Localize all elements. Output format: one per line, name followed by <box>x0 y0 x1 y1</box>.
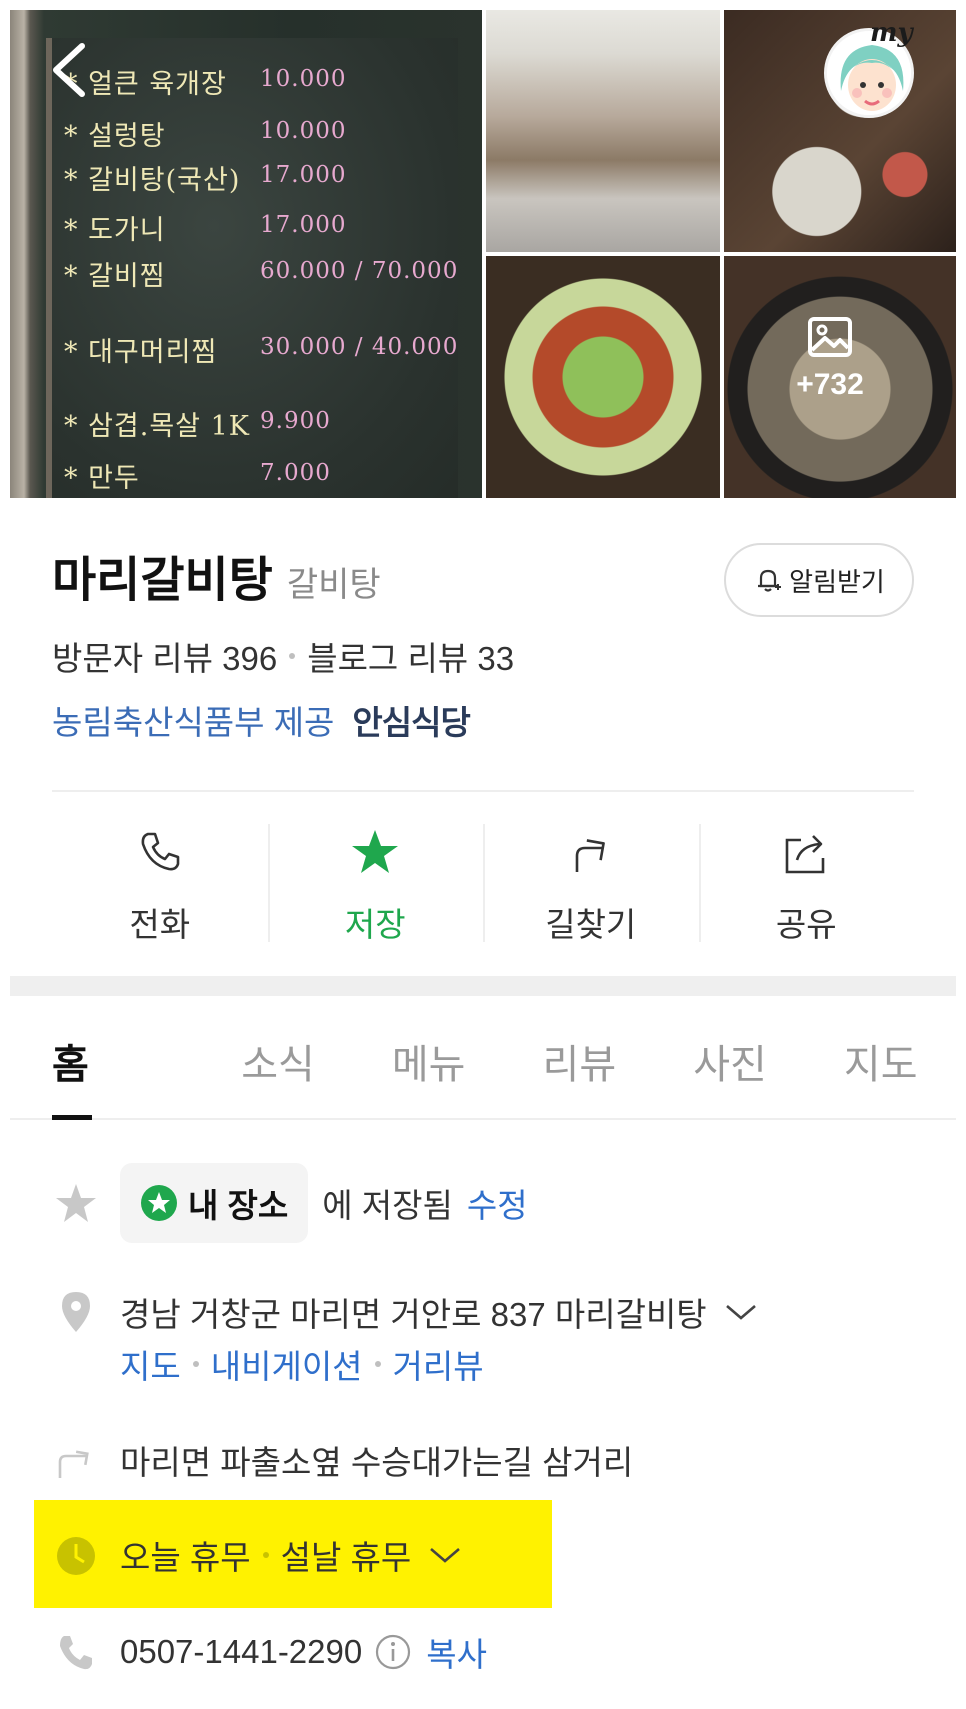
menu-board-line: * 설렁탕 10.000 <box>64 118 347 152</box>
my-badge: my <box>870 18 913 48</box>
call-label: 전화 <box>129 906 191 943</box>
chevron-down-icon <box>725 1305 756 1320</box>
place-category: 갈비탕 <box>286 566 381 604</box>
photo-gallery: * 얼큰 육개장 10.000 * 설렁탕 10.000 * 갈비탕(국산) 17.0… <box>10 10 956 498</box>
hours-today: 오늘 휴무 <box>120 1539 251 1576</box>
separator-dot <box>262 1552 269 1558</box>
my-place-label: 내 장소 <box>188 1187 289 1224</box>
action-bar: 전화 저장 길찾기 공유 <box>52 818 914 948</box>
my-place-chip[interactable]: 내 장소 <box>120 1163 309 1243</box>
back-button[interactable] <box>48 42 92 98</box>
separator-dot <box>374 1361 381 1367</box>
share-button[interactable]: 공유 <box>698 818 915 948</box>
divider <box>52 790 914 792</box>
image-icon <box>808 317 852 357</box>
reviews-row: 방문자 리뷰 396 블로그 리뷰 33 <box>52 632 514 680</box>
tab-reviews[interactable]: 리뷰 <box>504 1004 655 1118</box>
directions-label: 길찾기 <box>545 906 637 943</box>
notify-button[interactable]: 알림받기 <box>724 543 914 617</box>
dining-room-photo[interactable] <box>486 10 720 252</box>
chevron-left-icon <box>53 43 85 97</box>
location-pin-icon <box>62 1292 90 1332</box>
directions-icon <box>575 839 605 872</box>
separator-dot <box>289 653 296 659</box>
blog-reviews-link[interactable]: 블로그 리뷰 33 <box>307 632 514 680</box>
visitor-reviews-link[interactable]: 방문자 리뷰 396 <box>52 632 277 680</box>
menu-board-line: * 도가니 17.000 <box>64 212 347 246</box>
phone-small-icon <box>60 1636 92 1670</box>
more-photos-button[interactable]: +732 <box>714 316 946 402</box>
map-link[interactable]: 지도 <box>120 1340 181 1388</box>
share-label: 공유 <box>775 906 837 943</box>
address-row[interactable]: 경남 거창군 마리면 거안로 837 마리갈비탕 <box>120 1288 761 1336</box>
address-links: 지도 내비게이션 거리뷰 <box>120 1340 484 1388</box>
street-view-link[interactable]: 거리뷰 <box>393 1340 484 1388</box>
navigation-link[interactable]: 내비게이션 <box>211 1340 363 1388</box>
edit-link[interactable]: 수정 <box>467 1179 528 1227</box>
menu-board-line: * 갈비탕(국산) 17.000 <box>64 162 347 196</box>
title-row: 마리갈비탕 갈비탕 <box>52 540 381 610</box>
hours-holiday: 설날 휴무 <box>280 1539 412 1576</box>
directions-button[interactable]: 길찾기 <box>483 818 699 948</box>
tab-photos[interactable]: 사진 <box>655 1004 806 1118</box>
notify-label: 알림받기 <box>789 566 885 597</box>
phone-row: 0507-1441-2290 복사 <box>120 1628 487 1676</box>
saved-row: 내 장소 에 저장됨 수정 <box>120 1163 528 1243</box>
photo-count: +732 <box>796 368 864 401</box>
copy-button[interactable]: 복사 <box>426 1628 487 1676</box>
tab-home[interactable]: 홈 <box>10 1004 203 1120</box>
share-icon <box>785 835 825 874</box>
safe-restaurant-badge: 안심식당 <box>352 704 470 741</box>
bell-plus-icon <box>758 569 782 592</box>
star-outline-icon <box>56 1184 96 1222</box>
provider-row: 농림축산식품부 제공 안심식당 <box>52 696 471 744</box>
direction-arrow-icon <box>58 1450 89 1478</box>
menu-board-line: * 삼겹.목살 1K 9.900 <box>64 408 331 442</box>
provider-text[interactable]: 농림축산식품부 제공 <box>52 696 334 744</box>
tab-news[interactable]: 소식 <box>203 1004 354 1118</box>
direction-hint: 마리면 파출소옆 수승대가는길 삼거리 <box>120 1444 634 1481</box>
tab-menu[interactable]: 메뉴 <box>353 1004 504 1118</box>
address-text: 경남 거창군 마리면 거안로 837 마리갈비탕 <box>120 1296 707 1333</box>
tab-bar: 홈 소식 메뉴 리뷰 사진 지도 <box>10 1004 956 1120</box>
saved-text: 에 저장됨 <box>322 1187 453 1224</box>
section-separator <box>10 976 956 996</box>
chevron-down-icon <box>430 1548 461 1563</box>
place-name: 마리갈비탕 <box>52 554 273 607</box>
braised-dish-photo[interactable] <box>486 256 720 498</box>
star-icon <box>352 830 399 873</box>
info-icon[interactable] <box>374 1633 412 1671</box>
green-star-icon <box>141 1185 177 1221</box>
menu-board-line: * 갈비찜 60.000 / 70.000 <box>64 258 459 292</box>
phone-number[interactable]: 0507-1441-2290 <box>120 1633 362 1671</box>
business-hours-row[interactable]: 오늘 휴무 설날 휴무 <box>120 1531 465 1579</box>
menu-board-line: * 대구머리찜 30.000 / 40.000 <box>64 334 459 368</box>
phone-icon <box>141 832 180 871</box>
menu-board-line: * 만두 7.000 <box>64 460 331 494</box>
call-button[interactable]: 전화 <box>52 818 268 948</box>
save-button[interactable]: 저장 <box>267 818 484 948</box>
separator-dot <box>192 1361 199 1367</box>
clock-icon <box>57 1537 95 1575</box>
save-label: 저장 <box>344 906 406 943</box>
tab-map[interactable]: 지도 <box>805 1004 956 1118</box>
